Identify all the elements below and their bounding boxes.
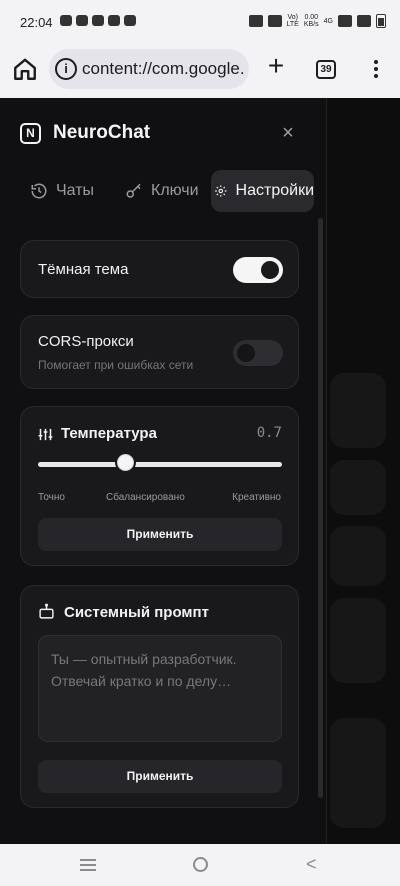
tab-label: Настройки [235, 182, 314, 199]
youtube-icon [108, 15, 120, 26]
dark-theme-toggle[interactable] [233, 257, 283, 283]
signal-icon [338, 15, 352, 27]
system-indicators: Vo) LTE 0.00 KB/s 4G [248, 14, 386, 28]
home-icon[interactable] [12, 56, 38, 82]
new-tab-button[interactable]: + [264, 52, 288, 80]
background-card [330, 598, 386, 683]
brand: N NeuroChat [20, 122, 150, 144]
tab-chats[interactable]: Чаты [30, 170, 120, 212]
system-prompt-label: Системный промпт [64, 604, 209, 621]
back-icon[interactable]: < [306, 854, 317, 875]
drawer-tabs: Чаты Ключи Настройки [20, 170, 316, 212]
close-drawer-button[interactable]: × [279, 123, 297, 143]
nav-home-icon[interactable] [193, 857, 208, 872]
key-status-icon [267, 15, 282, 27]
system-nav-bar: < [0, 844, 400, 886]
cors-proxy-hint: Помогает при ошибках сети [38, 358, 194, 372]
wifi-icon [357, 15, 371, 27]
speed-indicator: 0.00 KB/s [303, 14, 319, 28]
system-prompt-textarea[interactable]: Ты — опытный разработчик. Отвечай кратко… [38, 635, 282, 742]
scale-label-precise: Точно [38, 492, 65, 503]
temperature-label: Температура [61, 425, 157, 442]
mail-icon [92, 15, 104, 26]
info-icon[interactable]: i [55, 58, 77, 80]
temperature-card: Температура 0.7 Точно Сбалансировано Кре… [20, 406, 299, 566]
system-prompt-card: Системный промпт Ты — опытный разработчи… [20, 585, 299, 808]
background-card [330, 373, 386, 448]
volte-indicator: Vo) LTE [286, 14, 299, 28]
browser-toolbar: i content://com.google. + 39 [0, 40, 400, 98]
gear-icon [215, 185, 227, 197]
telegram-icon [76, 15, 88, 26]
dark-theme-card: Тёмная тема [20, 240, 299, 298]
app-logo: N [20, 122, 41, 144]
mute-icon [248, 15, 263, 27]
status-bar: 22:04 Vo) LTE 0.00 KB/s 4G [0, 0, 400, 40]
background-card [330, 460, 386, 515]
tab-switcher-button[interactable]: 39 [316, 60, 336, 79]
cors-proxy-card: CORS-прокси Помогает при ошибках сети [20, 315, 299, 389]
system-prompt-apply-button[interactable]: Применить [38, 760, 282, 793]
scale-label-balanced: Сбалансировано [106, 492, 185, 503]
key-icon [126, 183, 141, 198]
sliders-icon [38, 428, 53, 441]
settings-drawer: N NeuroChat × Чаты Ключи Настройки Тёмна… [0, 98, 327, 844]
background-card [330, 526, 386, 586]
app-name: NeuroChat [53, 122, 151, 143]
signal-4g-label: 4G [323, 17, 333, 25]
temperature-value: 0.7 [256, 425, 282, 441]
scale-label-creative: Креативно [232, 492, 281, 503]
temperature-slider-track[interactable] [38, 462, 282, 467]
temperature-apply-button[interactable]: Применить [38, 518, 282, 551]
chat-bubble-icon [60, 15, 72, 26]
placeholder-line: Отвечай кратко и по делу… [51, 673, 232, 689]
tab-label: Чаты [56, 182, 95, 199]
url-text[interactable]: content://com.google. [82, 59, 245, 79]
drawer-scrollbar[interactable] [318, 218, 323, 798]
overflow-menu-icon[interactable] [366, 58, 386, 82]
history-icon [31, 183, 47, 199]
placeholder-line: Ты — опытный разработчик. [51, 651, 237, 667]
tab-settings[interactable]: Настройки [211, 170, 314, 212]
tab-keys[interactable]: Ключи [125, 170, 220, 212]
address-bar[interactable]: i content://com.google. [49, 49, 249, 89]
robot-icon [39, 603, 54, 619]
twitch-icon [124, 15, 136, 26]
battery-icon [376, 14, 386, 28]
tab-label: Ключи [151, 182, 199, 199]
temperature-slider-thumb[interactable] [117, 454, 135, 471]
cors-proxy-label: CORS-прокси [38, 333, 134, 350]
cors-proxy-toggle[interactable] [233, 340, 283, 366]
clock: 22:04 [20, 15, 53, 30]
notification-icons [60, 15, 136, 26]
dark-theme-label: Тёмная тема [38, 261, 129, 278]
recents-icon[interactable] [80, 859, 96, 874]
background-card [330, 718, 386, 828]
